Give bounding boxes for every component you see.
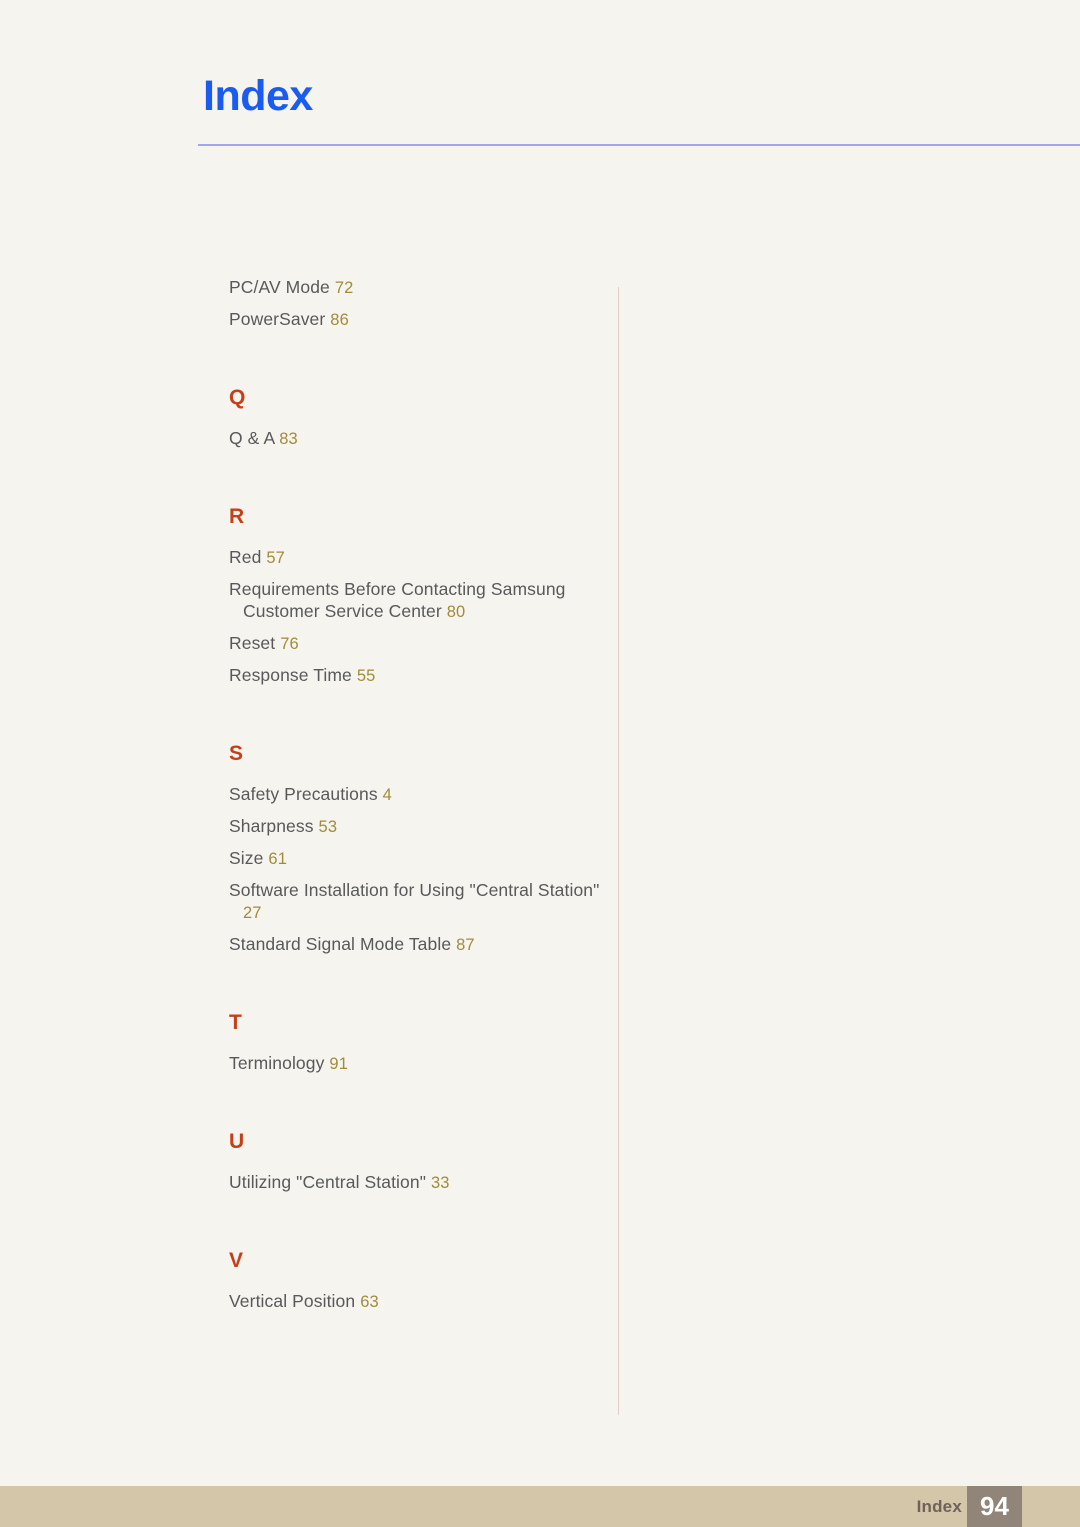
index-entry-title: Utilizing "Central Station" bbox=[229, 1172, 427, 1192]
index-section: S Safety Precautions 4 Sharpness 53 Size 61… bbox=[229, 743, 601, 956]
index-entry-title: Q & A bbox=[229, 428, 275, 448]
index-entry-page-number: 61 bbox=[268, 850, 287, 868]
footer-page-number: 94 bbox=[980, 1491, 1009, 1521]
index-entry-title: Safety Precautions bbox=[229, 784, 378, 804]
index-section-letter: U bbox=[229, 1130, 245, 1153]
index-section-letter: S bbox=[229, 742, 244, 765]
index-column-left: PC/AV Mode 72 PowerSaver 86 Q Q & A 83 R Red … bbox=[229, 276, 601, 1322]
index-entry[interactable]: Safety Precautions 4 bbox=[229, 783, 601, 806]
index-entry[interactable]: Utilizing "Central Station" 33 bbox=[229, 1171, 601, 1194]
index-section: PC/AV Mode 72 PowerSaver 86 bbox=[229, 276, 601, 331]
footer-section-label: Index bbox=[916, 1497, 962, 1516]
index-entry[interactable]: Q & A 83 bbox=[229, 427, 601, 450]
index-entry-page-number: 91 bbox=[329, 1055, 348, 1073]
index-entry-title: Requirements Before Contacting Samsung C… bbox=[229, 579, 566, 621]
index-entry-page-number: 4 bbox=[382, 786, 392, 804]
index-entry-page-number: 72 bbox=[334, 279, 354, 297]
index-entry-page-number: 80 bbox=[446, 603, 466, 621]
footer-page-number-box: 94 bbox=[967, 1486, 1022, 1527]
index-entry-title: Software Installation for Using "Central… bbox=[229, 880, 600, 900]
index-body: PC/AV Mode 72 PowerSaver 86 Q Q & A 83 R Red … bbox=[0, 0, 1080, 1460]
index-entry-title: Red bbox=[229, 547, 262, 567]
index-entry[interactable]: PC/AV Mode 72 bbox=[229, 276, 601, 299]
index-entry[interactable]: Size 61 bbox=[229, 847, 601, 870]
column-divider bbox=[618, 287, 619, 1415]
index-entry-page-number: 53 bbox=[318, 818, 338, 836]
index-section-letter: T bbox=[229, 1011, 242, 1034]
index-section-letter: Q bbox=[229, 386, 246, 409]
index-entry-page-number: 63 bbox=[360, 1293, 379, 1311]
index-entry[interactable]: Red 57 bbox=[229, 546, 601, 569]
index-entry[interactable]: Requirements Before Contacting Samsung C… bbox=[229, 578, 601, 623]
index-entry[interactable]: Vertical Position 63 bbox=[229, 1290, 601, 1313]
index-entry[interactable]: Terminology 91 bbox=[229, 1052, 601, 1075]
index-entry-title: Standard Signal Mode Table bbox=[229, 934, 452, 954]
index-section: T Terminology 91 bbox=[229, 1012, 601, 1075]
index-entry-page-number: 55 bbox=[356, 667, 376, 685]
index-entry[interactable]: Response Time 55 bbox=[229, 664, 601, 687]
index-entry-title: Terminology bbox=[229, 1053, 325, 1073]
index-entry-page-number: 57 bbox=[266, 549, 285, 567]
index-section: R Red 57 Requirements Before Contacting Sa… bbox=[229, 506, 601, 687]
index-entry-page-number: 27 bbox=[243, 904, 262, 922]
index-entry-title: Vertical Position bbox=[229, 1291, 356, 1311]
index-entry-title: Response Time bbox=[229, 665, 352, 685]
page-footer: Index 94 bbox=[0, 1486, 1080, 1527]
index-entry-title: PowerSaver bbox=[229, 309, 326, 329]
index-section: U Utilizing "Central Station" 33 bbox=[229, 1131, 601, 1194]
index-entry[interactable]: PowerSaver 86 bbox=[229, 308, 601, 331]
index-entry-page-number: 86 bbox=[330, 311, 349, 329]
index-entry-page-number: 87 bbox=[456, 936, 475, 954]
index-entry-title: Reset bbox=[229, 633, 276, 653]
index-entry[interactable]: Reset 76 bbox=[229, 632, 601, 655]
index-entry[interactable]: Standard Signal Mode Table 87 bbox=[229, 933, 601, 956]
index-entry-page-number: 33 bbox=[430, 1174, 450, 1192]
index-entry-page-number: 76 bbox=[280, 635, 299, 653]
index-entry-page-number: 83 bbox=[279, 430, 298, 448]
index-entry-title: PC/AV Mode bbox=[229, 277, 330, 297]
index-section: V Vertical Position 63 bbox=[229, 1250, 601, 1313]
index-entry-title: Size bbox=[229, 848, 264, 868]
index-section: Q Q & A 83 bbox=[229, 387, 601, 450]
index-section-letter: R bbox=[229, 505, 245, 528]
index-entry-title: Sharpness bbox=[229, 816, 314, 836]
index-section-letter: V bbox=[229, 1249, 244, 1272]
index-entry[interactable]: Sharpness 53 bbox=[229, 815, 601, 838]
index-entry[interactable]: Software Installation for Using "Central… bbox=[229, 879, 601, 924]
